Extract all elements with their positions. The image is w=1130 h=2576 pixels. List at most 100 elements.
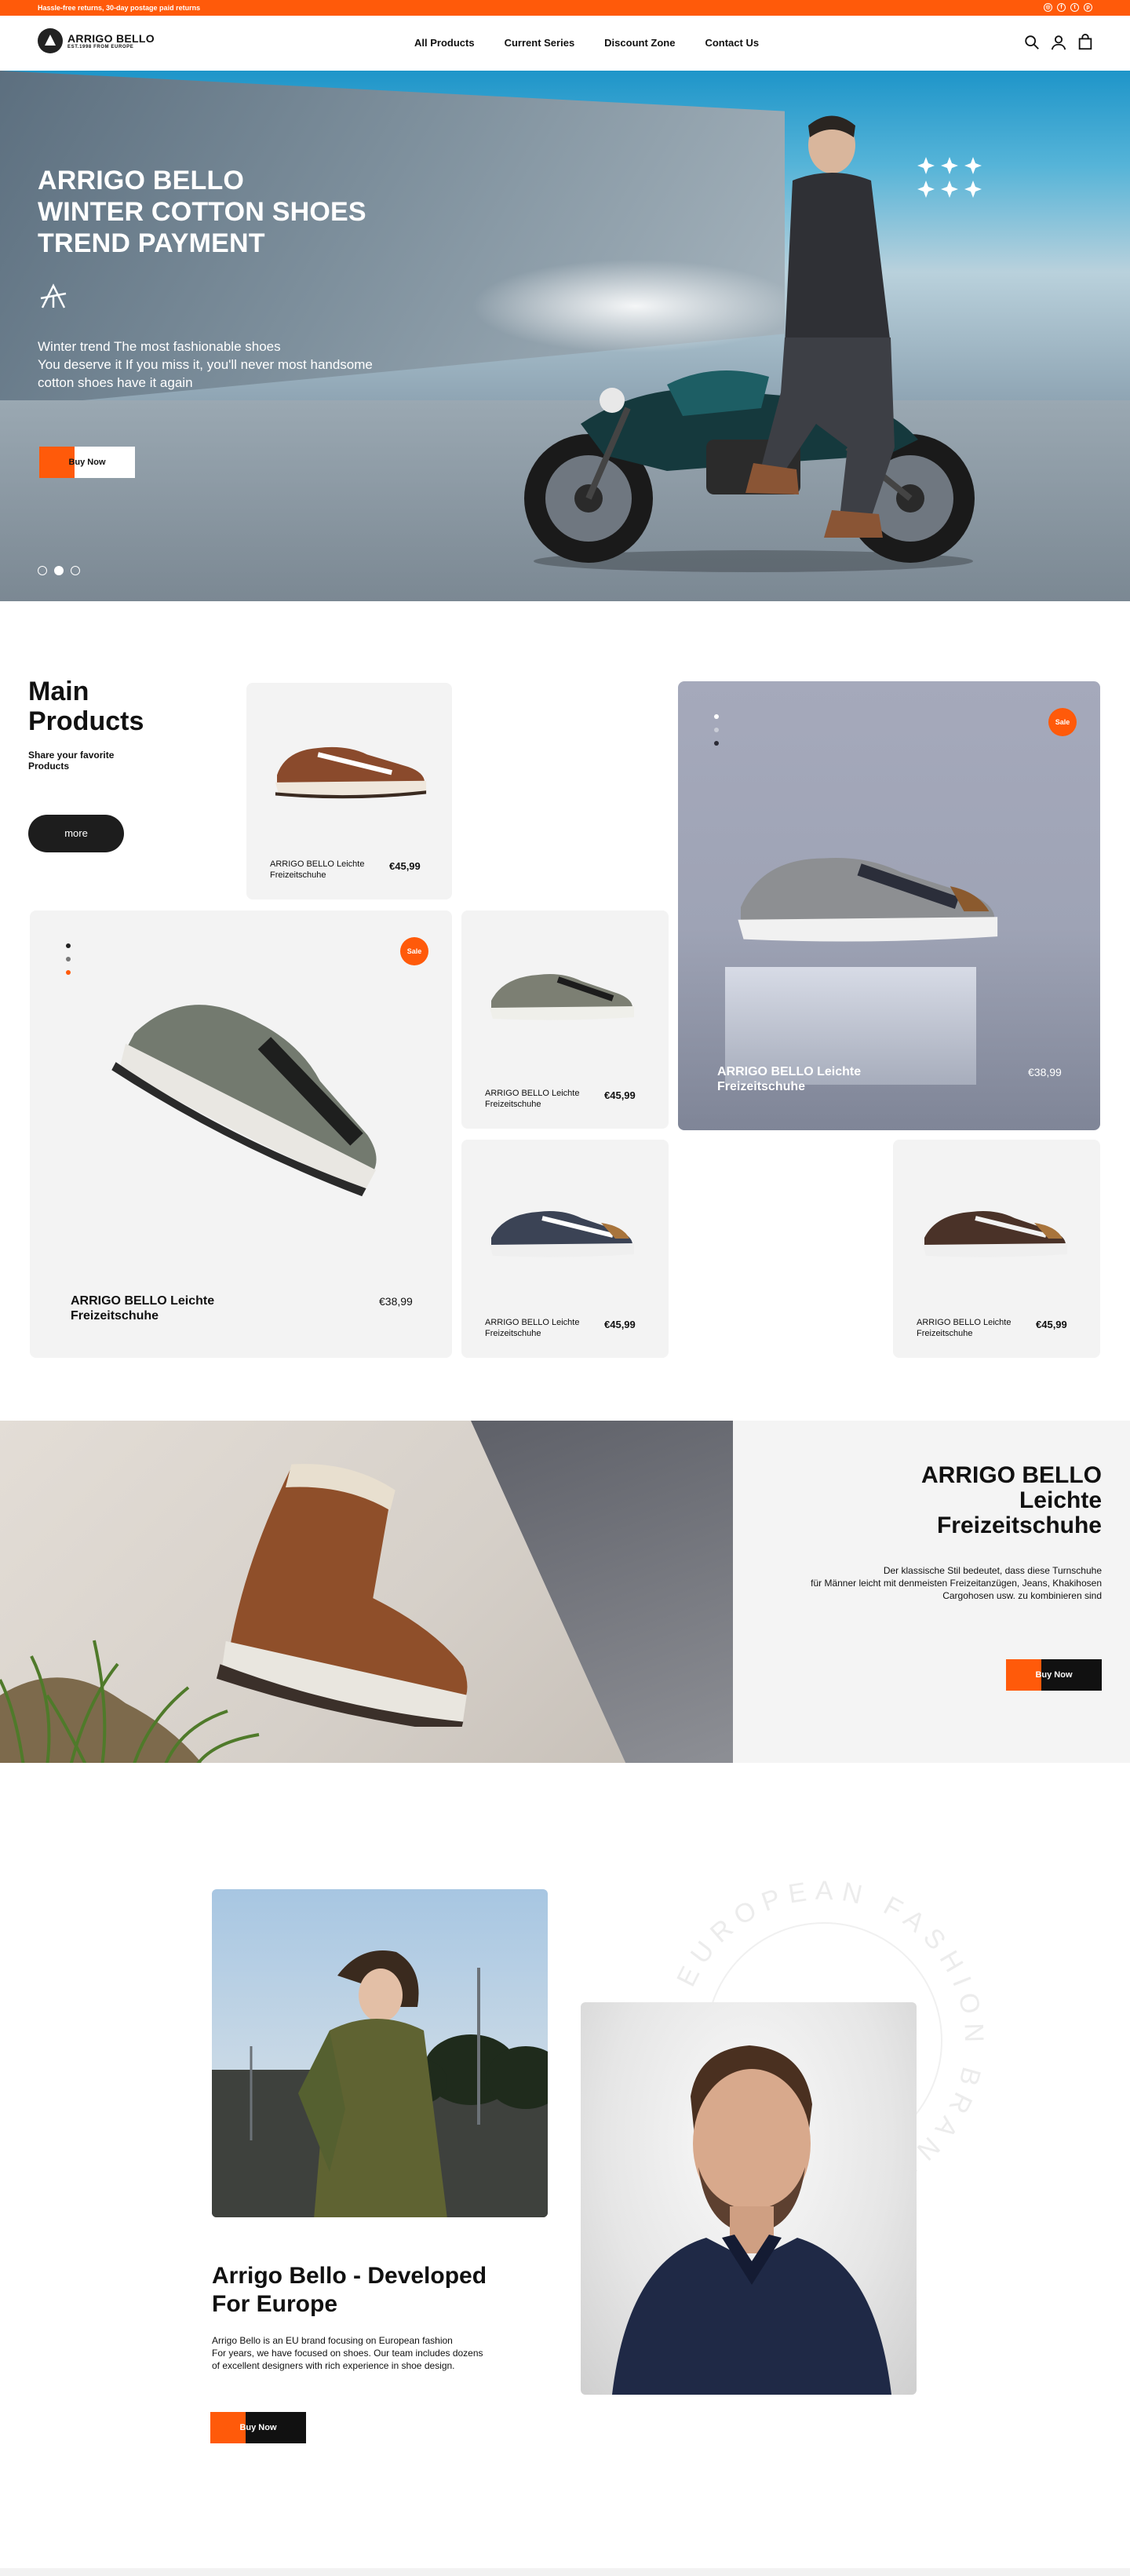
promo-buy-now-label: Buy Now [1035, 1670, 1073, 1680]
product-name: ARRIGO BELLO Leichte Freizeitschuhe [485, 1318, 580, 1338]
product-card[interactable]: ARRIGO BELLO Leichte Freizeitschuhe €45,9… [461, 910, 669, 1129]
facebook-icon[interactable]: f [1057, 3, 1066, 12]
about-desc-line1: Arrigo Bello is an EU brand focusing on … [212, 2335, 453, 2346]
slide-dot-1[interactable] [38, 566, 47, 575]
hero-desc-line1: Winter trend The most fashionable shoes [38, 339, 281, 354]
product-price: €45,99 [389, 860, 421, 872]
nav-discount-zone[interactable]: Discount Zone [604, 37, 675, 49]
header-actions [1023, 34, 1094, 51]
search-icon[interactable] [1023, 34, 1041, 51]
about-title-line1: Arrigo Bello - Developed [212, 2263, 487, 2289]
promo-panel: ARRIGO BELLO Leichte Freizeitschuhe Der … [733, 1421, 1130, 1763]
gallery-dots [66, 943, 71, 975]
hero-description: Winter trend The most fashionable shoes … [38, 338, 406, 392]
product-name: ARRIGO BELLO Leichte Freizeitschuhe [270, 859, 365, 880]
product-price: €45,99 [604, 1319, 636, 1330]
product-price: €45,99 [604, 1089, 636, 1101]
logo-name: ARRIGO BELLO [67, 32, 155, 45]
slide-dot-2[interactable] [54, 566, 64, 575]
product-card[interactable]: ARRIGO BELLO Leichte Freizeitschuhe €45,9… [893, 1140, 1100, 1358]
page: { "topbar": {"note": "Hassle-free return… [0, 0, 1130, 2576]
promo-title-line2: Leichte [1019, 1487, 1102, 1513]
nav-contact-us[interactable]: Contact Us [705, 37, 759, 49]
nav-all-products[interactable]: All Products [414, 37, 475, 49]
gallery-dots [714, 714, 719, 746]
product-image [490, 1211, 634, 1257]
main-products-heading-line2: Products [28, 706, 144, 736]
product-name: ARRIGO BELLO Leichte Freizeitschuhe [485, 1089, 580, 1109]
hero-slider-dots [38, 566, 80, 575]
site-header: ARRIGO BELLO EST.1998 FROM EUROPE All Pr… [0, 16, 1130, 71]
about-desc-line3: of excellent designers with rich experie… [212, 2360, 455, 2371]
hero-title-line2: WINTER COTTON SHOES [38, 197, 366, 227]
model-on-motorcycle [745, 115, 895, 538]
product-name: ARRIGO BELLO Leichte Freizeitschuhe [71, 1294, 215, 1323]
product-image [216, 1464, 468, 1727]
promo-desc-line3: Cargohosen usw. zu kombinieren sind [942, 1590, 1102, 1601]
product-image [490, 974, 634, 1020]
announcement-text: Hassle-free returns, 30-day postage paid… [38, 4, 201, 12]
about-title-line2: For Europe [212, 2291, 338, 2317]
hero-banner: ARRIGO BELLO WINTER COTTON SHOES TREND P… [0, 71, 1130, 601]
main-products-heading: Main Products [28, 677, 144, 736]
about-photo-man [581, 2002, 917, 2395]
hero-desc-line3: cotton shoes have it again [38, 375, 193, 390]
user-icon[interactable] [1050, 34, 1067, 51]
product-card-featured[interactable]: Sale ARRIGO BELLO Leichte Freizeitschuhe … [678, 681, 1100, 1130]
announcement-bar: Hassle-free returns, 30-day postage paid… [0, 0, 1130, 16]
pinterest-icon[interactable]: p [1084, 3, 1092, 12]
about-buy-now-button[interactable]: Buy Now [210, 2412, 306, 2443]
hero-title: ARRIGO BELLO WINTER COTTON SHOES TREND P… [38, 165, 366, 259]
logo-tagline: EST.1998 FROM EUROPE [67, 45, 134, 49]
promo-desc-line2: für Männer leicht mit denmeisten Freizei… [811, 1578, 1102, 1589]
promo-desc-line1: Der klassische Stil bedeutet, dass diese… [883, 1565, 1102, 1576]
hero-buy-now-label: Buy Now [68, 458, 106, 467]
promo-image [0, 1421, 733, 1763]
cart-icon[interactable] [1077, 34, 1094, 51]
product-card[interactable]: ARRIGO BELLO Leichte Freizeitschuhe €45,9… [246, 683, 452, 899]
logo-mark-icon [38, 28, 63, 53]
promo-title: ARRIGO BELLO Leichte Freizeitschuhe [921, 1463, 1102, 1538]
main-products-subtitle: Share your favorite Products [28, 750, 146, 772]
hero-desc-line2: You deserve it If you miss it, you'll ne… [38, 357, 373, 372]
about-title: Arrigo Bello - Developed For Europe [212, 2262, 541, 2319]
main-products-subtitle-line1: Share your favorite [28, 750, 115, 761]
brand-logo[interactable]: ARRIGO BELLO EST.1998 FROM EUROPE [38, 28, 155, 53]
sale-badge: Sale [400, 937, 428, 965]
hero-title-line3: TREND PAYMENT [38, 228, 265, 258]
product-card[interactable]: ARRIGO BELLO Leichte Freizeitschuhe €45,9… [461, 1140, 669, 1358]
instagram-icon[interactable]: ◎ [1044, 3, 1052, 12]
sparkle-icon [917, 157, 982, 198]
slide-dot-3[interactable] [71, 566, 80, 575]
product-name: ARRIGO BELLO Leichte Freizeitschuhe [917, 1318, 1012, 1338]
about-desc-line2: For years, we have focused on shoes. Our… [212, 2348, 483, 2359]
promo-title-line1: ARRIGO BELLO [921, 1462, 1102, 1488]
main-products-subtitle-line2: Products [28, 761, 70, 772]
about-photo-woman [212, 1889, 548, 2217]
product-image [923, 1211, 1067, 1257]
more-button[interactable]: more [28, 815, 124, 852]
main-products-heading-line1: Main [28, 677, 89, 706]
product-image [275, 746, 427, 799]
hero-title-line1: ARRIGO BELLO [38, 166, 245, 195]
footer-edge [0, 2568, 1130, 2576]
sale-badge: Sale [1048, 708, 1077, 736]
nav-current-series[interactable]: Current Series [505, 37, 575, 49]
promo-description: Der klassische Stil bedeutet, dass diese… [772, 1564, 1102, 1602]
promo-shadow [471, 1421, 733, 1763]
promo-buy-now-button[interactable]: Buy Now [1006, 1659, 1102, 1691]
product-price: €38,99 [379, 1295, 413, 1308]
about-description: Arrigo Bello is an EU brand focusing on … [212, 2334, 494, 2372]
twitter-icon[interactable]: t [1070, 3, 1079, 12]
social-links: ◎ f t p [1044, 3, 1092, 12]
product-name: ARRIGO BELLO Leichte Freizeitschuhe [717, 1065, 862, 1093]
product-card-featured[interactable]: Sale ARRIGO BELLO Leichte Freizeitschuhe … [30, 910, 452, 1358]
about-buy-now-label: Buy Now [239, 2423, 277, 2432]
main-nav: All Products Current Series Discount Zon… [414, 37, 759, 49]
product-image [111, 1005, 377, 1197]
brand-emblem-icon [40, 283, 67, 308]
product-price: €38,99 [1028, 1066, 1062, 1078]
product-price: €45,99 [1036, 1319, 1067, 1330]
hero-buy-now-button[interactable]: Buy Now [39, 447, 135, 478]
product-image [738, 858, 998, 942]
